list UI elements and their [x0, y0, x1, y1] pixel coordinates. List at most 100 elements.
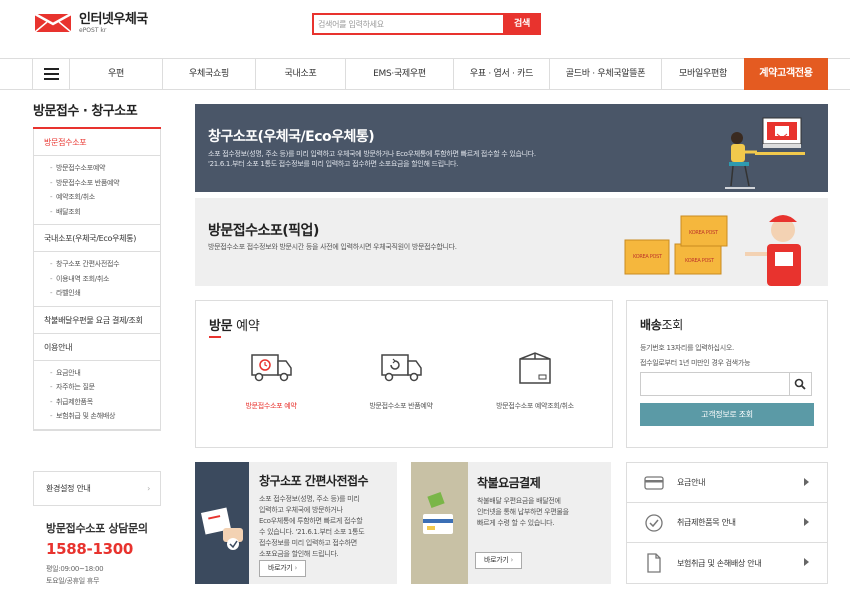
- promo1-desc-line6: 소포요금을 할인해 드립니다.: [259, 550, 339, 558]
- promo1-desc-line2: 입력하고 우체국에 방문하거나: [259, 506, 343, 514]
- tracking-title: 배송조회: [640, 316, 683, 333]
- visit-reserve-label: 방문접수소포 예약: [245, 402, 297, 410]
- main-nav: 우편 우체국쇼핑 국내소포 EMS·국제우편 우표 · 엽서 · 카드 골드바 …: [0, 58, 850, 90]
- quick-links: 요금안내 취급제한품목 안내 보험취급 및 손해배상 안내: [626, 462, 828, 584]
- chevron-right-icon: [804, 518, 809, 526]
- counter-parcel-banner[interactable]: 창구소포(우체국/Eco우체통) 소포 접수정보(성명, 주소 등)를 미리 입…: [195, 104, 828, 192]
- chevron-right-icon: ›: [510, 556, 514, 564]
- promo1-title: 창구소포 간편사전접수: [259, 474, 369, 488]
- visit-title-rest: 예약: [232, 319, 260, 334]
- sidebar-section-cod-payment[interactable]: 착불배달우편물 요금 결제/조회: [34, 307, 160, 334]
- consult-phone: 1588-1300: [46, 540, 134, 558]
- sidebar-item-fee-guide[interactable]: 요금안내: [50, 366, 160, 381]
- tracking-search-button[interactable]: [789, 372, 812, 396]
- banner1-title: 창구소포(우체국/Eco우체통): [208, 129, 375, 145]
- nav-item-shopping[interactable]: 우체국쇼핑: [163, 59, 256, 89]
- hamburger-menu-icon[interactable]: [32, 59, 70, 89]
- sidebar-item-visit-reserve[interactable]: 방문접수소포예약: [50, 161, 160, 176]
- sidebar-item-reserve-lookup[interactable]: 예약조회/취소: [50, 190, 160, 205]
- visit-lookup-label: 방문접수소포 예약조회/취소: [496, 402, 574, 410]
- parcel-box-icon: [519, 352, 551, 384]
- nav-item-domestic-parcel[interactable]: 국내소포: [256, 59, 346, 89]
- quicklink-restricted-label: 취급제한품목 안내: [677, 518, 736, 527]
- sidebar-item-usage-history[interactable]: 이용내역 조회/취소: [50, 272, 160, 287]
- card-payment-illustration: [423, 491, 453, 534]
- sidebar-item-insurance[interactable]: 보험취급 및 손해배상: [50, 409, 160, 424]
- visit-lookup-item[interactable]: 방문접수소포 예약조회/취소: [466, 351, 604, 411]
- sidebar-item-label-print[interactable]: 라벨인쇄: [50, 286, 160, 301]
- pickup-parcel-banner[interactable]: 방문접수소포(픽업) 방문접수소포 접수정보와 방문시간 등을 사전에 입력하시…: [195, 198, 828, 286]
- consult-title: 방문접수소포 상담문의: [46, 522, 148, 535]
- chevron-right-icon: ›: [147, 484, 150, 493]
- check-circle-icon: [643, 512, 665, 534]
- visit-reserve-item[interactable]: 방문접수소포 예약: [206, 351, 336, 411]
- promo1-desc-line5: 접수정보를 미리 입력하고 접수하면: [259, 539, 357, 547]
- promo1-desc-line3: Eco우체통에 투함하면 빠르게 접수할: [259, 517, 363, 525]
- banner1-desc2: '21.6.1.부터 소포 1통도 접수정보를 미리 입력하고 접수하면 소포요…: [208, 160, 459, 168]
- quicklink-insurance-label: 보험취급 및 손해배상 안내: [677, 558, 762, 568]
- box-label-top: KOREA POST: [689, 230, 719, 236]
- sidebar-title: 방문접수 · 창구소포: [33, 100, 161, 129]
- visit-return-label: 방문접수소포 반품예약: [369, 402, 433, 410]
- customer-info-lookup-button[interactable]: 고객정보로 조회: [640, 403, 814, 426]
- parcel-boxes-courier-illustration: KOREA POST KOREA POST KOREA POST: [624, 215, 801, 286]
- delivery-truck-icon: [251, 354, 292, 382]
- sidebar-item-restricted[interactable]: 취급제한품목: [50, 395, 160, 410]
- tracking-title-rest: 조회: [661, 318, 683, 332]
- sidebar-item-visit-return[interactable]: 방문접수소포 반품예약: [50, 176, 160, 191]
- env-label: 환경설정 안내: [46, 484, 91, 493]
- sidebar-section-domestic[interactable]: 국내소포(우체국/Eco우체통): [34, 225, 160, 252]
- quicklink-restricted-items[interactable]: 취급제한품목 안내: [627, 503, 827, 543]
- tracking-number-input[interactable]: [640, 372, 790, 396]
- promo2-go-label: 바로가기: [484, 556, 509, 564]
- tracking-title-bold: 배송: [640, 318, 662, 332]
- nav-item-mobile-mailbox[interactable]: 모바일우편함: [662, 59, 744, 89]
- promo1-go-button[interactable]: 바로가기 ›: [259, 560, 306, 577]
- visit-return-item[interactable]: 방문접수소포 반품예약: [336, 351, 466, 411]
- nav-item-goldbar[interactable]: 골드바 · 우체국알뜰폰: [550, 59, 662, 89]
- banner2-title: 방문접수소포(픽업): [208, 223, 319, 239]
- quicklink-fee-guide[interactable]: 요금안내: [627, 463, 827, 503]
- search-bar: 검색어를 입력하세요 검색: [312, 13, 541, 35]
- document-icon: [643, 552, 665, 574]
- promo2-desc-line3: 빠르게 수령 할 수 있습니다.: [477, 519, 555, 527]
- promo2-go-button[interactable]: 바로가기 ›: [475, 552, 522, 569]
- sidebar: 방문접수 · 창구소포 방문접수소포 방문접수소포예약 방문접수소포 반품예약 …: [33, 100, 161, 431]
- promo1-go-label: 바로가기: [268, 564, 293, 572]
- tracking-card: 배송조회 등기번호 13자리를 입력하십시오. 접수일로부터 1년 미만인 경우…: [626, 300, 828, 448]
- sidebar-item-delivery-lookup[interactable]: 배달조회: [50, 205, 160, 220]
- visit-reservation-card: 방문 예약 방문접수소포 예약 방문접수소포 반품예약 방문접수소포 예약조회/…: [195, 300, 613, 448]
- tracking-desc1: 등기번호 13자리를 입력하십시오.: [640, 344, 734, 352]
- sidebar-section-visit-parcel[interactable]: 방문접수소포: [34, 129, 160, 156]
- banner1-desc1: 소포 접수정보(성명, 주소 등)를 미리 입력하고 우체국에 방문하거나 Ec…: [208, 150, 536, 158]
- nav-item-ems[interactable]: EMS·국제우편: [346, 59, 454, 89]
- consult-info: 방문접수소포 상담문의 1588-1300 평일:09:00~18:00 토요일…: [46, 520, 161, 587]
- logo-title: 인터넷우체국: [79, 11, 148, 27]
- nav-item-stamps[interactable]: 우표 · 엽서 · 카드: [454, 59, 550, 89]
- promo2-desc-line1: 착불배달 우편요금을 배달전에: [477, 497, 561, 505]
- chevron-right-icon: [804, 558, 809, 566]
- return-truck-icon: [381, 354, 422, 382]
- header: 인터넷우체국 ePOST kr 검색어를 입력하세요 검색: [0, 0, 850, 58]
- sidebar-item-counter-pre[interactable]: 창구소포 간편사전접수: [50, 257, 160, 272]
- chevron-right-icon: ›: [294, 564, 298, 572]
- sidebar-section-guide[interactable]: 이용안내: [34, 334, 160, 361]
- environment-settings-link[interactable]: 환경설정 안내 ›: [33, 471, 161, 506]
- cod-payment-promo: 착불요금결제 착불배달 우편요금을 배달전에 인터넷을 통해 납부하면 우편물을…: [411, 462, 611, 584]
- promo2-desc-line2: 인터넷을 통해 납부하면 우편물을: [477, 508, 569, 516]
- search-button[interactable]: 검색: [503, 13, 541, 35]
- banner2-desc: 방문접수소포 접수정보와 방문시간 등을 사전에 입력하시면 우체국직원이 방문…: [208, 243, 457, 251]
- promo1-desc-line4: 수 있습니다. '21.6.1.부터 소포 1통도: [259, 528, 365, 536]
- promo1-desc-line1: 소포 접수정보(성명, 주소 등)를 미리: [259, 495, 360, 503]
- contract-customer-button[interactable]: 계약고객전용: [744, 58, 828, 90]
- epost-logo-icon: [33, 12, 73, 34]
- sidebar-item-faq[interactable]: 자주하는 질문: [50, 380, 160, 395]
- hand-parcel-illustration: [200, 507, 243, 550]
- nav-item-mail[interactable]: 우편: [70, 59, 163, 89]
- visit-title: 방문 예약: [209, 315, 260, 334]
- search-input[interactable]: 검색어를 입력하세요: [312, 13, 503, 35]
- logo[interactable]: 인터넷우체국 ePOST kr: [33, 12, 148, 34]
- chevron-right-icon: [804, 478, 809, 486]
- quicklink-insurance[interactable]: 보험취급 및 손해배상 안내: [627, 543, 827, 583]
- counter-pre-registration-promo: 창구소포 간편사전접수 소포 접수정보(성명, 주소 등)를 미리 입력하고 우…: [195, 462, 397, 584]
